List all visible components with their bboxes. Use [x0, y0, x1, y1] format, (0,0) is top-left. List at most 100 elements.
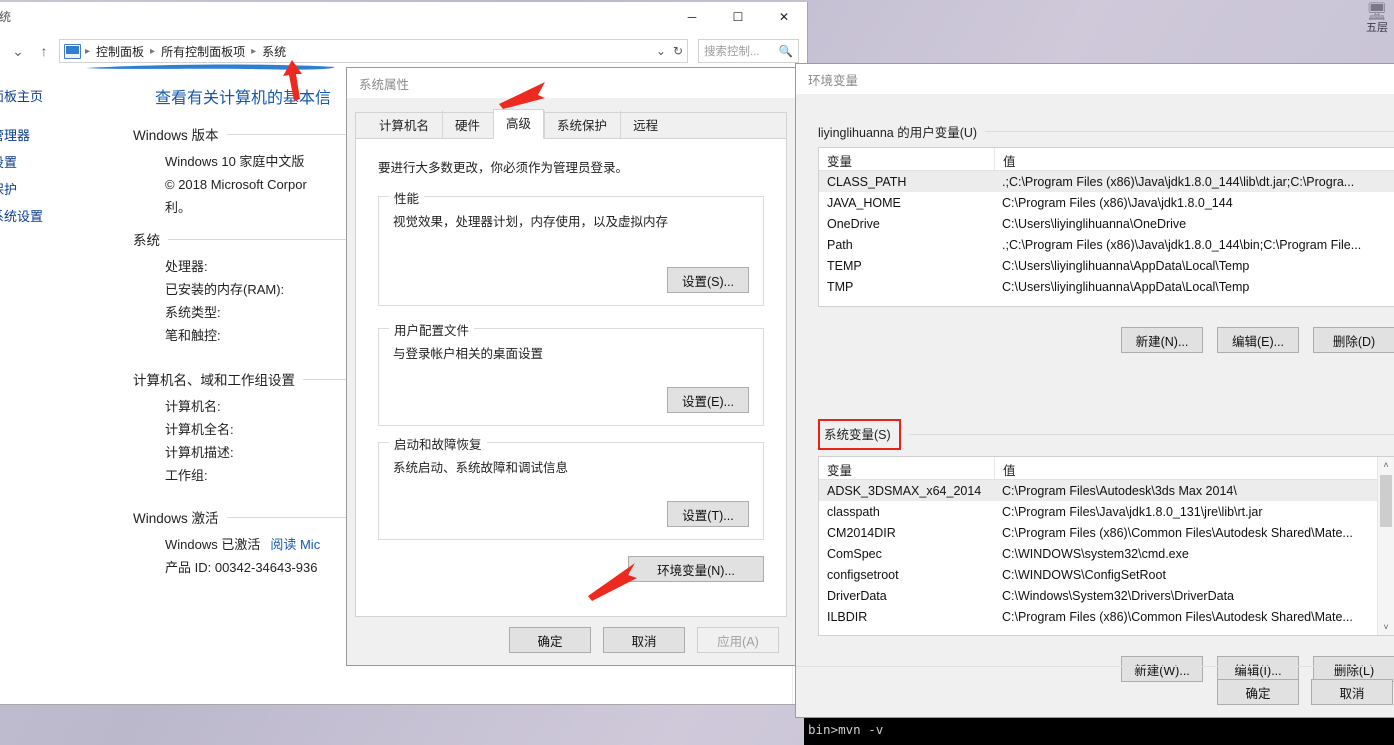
- table-row[interactable]: DriverData C:\Windows\System32\Drivers\D…: [819, 585, 1394, 606]
- variable-name: TMP: [827, 279, 854, 294]
- table-row[interactable]: ILBDIR C:\Program Files (x86)\Common Fil…: [819, 606, 1394, 627]
- table-row[interactable]: TMP C:\Users\liyinglihuanna\AppData\Loca…: [819, 276, 1394, 297]
- variable-value: C:\Program Files (x86)\Common Files\Auto…: [1002, 609, 1353, 624]
- column-header-variable[interactable]: 变量: [819, 457, 994, 479]
- variable-value: C:\Program Files (x86)\Common Files\Auto…: [1002, 525, 1353, 540]
- breadcrumb-control-panel[interactable]: 控制面板: [91, 43, 149, 60]
- envvars-cancel-button[interactable]: 取消: [1311, 679, 1393, 705]
- user-profiles-group: 用户配置文件 与登录帐户相关的桌面设置 设置(E)...: [378, 320, 764, 426]
- up-icon[interactable]: ↑: [33, 39, 55, 63]
- window-controls: ─ ☐ ✕: [669, 2, 807, 32]
- table-row[interactable]: OneDrive C:\Users\liyinglihuanna\OneDriv…: [819, 213, 1394, 234]
- sidebar-item-advanced-system-settings[interactable]: 高级系统设置: [0, 202, 95, 229]
- tab-system-protection[interactable]: 系统保护: [544, 110, 620, 139]
- table-row[interactable]: CLASS_PATH .;C:\Program Files (x86)\Java…: [819, 171, 1394, 192]
- sidebar-item-device-manager[interactable]: 设备管理器: [0, 121, 95, 148]
- info-label: 计算机名:: [165, 399, 221, 414]
- system-variables-label: 系统变量(S): [824, 428, 891, 442]
- variable-value: C:\Program Files (x86)\Java\jdk1.8.0_144: [1002, 195, 1233, 210]
- info-label: 笔和触控:: [165, 328, 221, 343]
- scroll-up-icon[interactable]: ˄: [1383, 457, 1388, 473]
- variable-value: C:\Program Files\Java\jdk1.8.0_131\jre\l…: [1002, 504, 1263, 519]
- scrollbar-thumb[interactable]: [1380, 475, 1392, 527]
- section-title: Windows 激活: [133, 511, 219, 526]
- table-row[interactable]: configsetroot C:\WINDOWS\ConfigSetRoot: [819, 564, 1394, 585]
- system-properties-dialog[interactable]: 系统属性 计算机名 硬件 高级 系统保护 远程 要进行大多数更改，你必须作为管理…: [346, 67, 796, 666]
- system-variables-list[interactable]: 变量 值 ADSK_3DSMAX_x64_2014 C:\Program Fil…: [818, 456, 1394, 636]
- user-variables-label: liyinglihuanna 的用户变量(U): [818, 126, 978, 140]
- column-header-value[interactable]: 值: [994, 148, 1394, 170]
- info-label: 工作组:: [165, 468, 208, 483]
- system-properties-tabs: 计算机名 硬件 高级 系统保护 远程: [356, 109, 786, 139]
- explorer-navigation-bar: ← → ⌄ ↑ ▸ 控制面板 ▸ 所有控制面板项 ▸ 系统 ⌄ ↻ 搜索控制..…: [0, 34, 807, 68]
- refresh-icon[interactable]: ↻: [673, 44, 683, 58]
- sidebar-item-remote-settings[interactable]: 远程设置: [0, 148, 95, 175]
- microsoft-terms-link[interactable]: 阅读 Mic: [270, 533, 320, 556]
- table-row[interactable]: classpath C:\Program Files\Java\jdk1.8.0…: [819, 501, 1394, 522]
- system-properties-title: 系统属性: [359, 77, 410, 92]
- table-row[interactable]: ADSK_3DSMAX_x64_2014 C:\Program Files\Au…: [819, 480, 1394, 501]
- recent-locations-icon[interactable]: ⌄: [7, 39, 29, 63]
- table-row[interactable]: CM2014DIR C:\Program Files (x86)\Common …: [819, 522, 1394, 543]
- product-id: 产品 ID: 00342-34643-936: [165, 560, 318, 575]
- startup-recovery-group-label: 启动和故障恢复: [389, 434, 487, 453]
- sysprops-cancel-button[interactable]: 取消: [603, 627, 685, 653]
- system-properties-title-bar[interactable]: 系统属性: [347, 68, 795, 98]
- user-new-button[interactable]: 新建(N)...: [1121, 327, 1203, 353]
- variable-name: DriverData: [827, 588, 887, 603]
- breadcrumb-separator: ▸: [251, 45, 257, 57]
- performance-description: 视觉效果，处理器计划，内存使用，以及虚拟内存: [393, 215, 669, 229]
- variable-name: TEMP: [827, 258, 862, 273]
- breadcrumb-system[interactable]: 系统: [257, 43, 291, 60]
- user-delete-button[interactable]: 删除(D): [1313, 327, 1394, 353]
- environment-variables-footer: 确定 取消: [796, 667, 1394, 717]
- tab-hardware[interactable]: 硬件: [442, 110, 493, 139]
- breadcrumb-all-items[interactable]: 所有控制面板项: [156, 43, 250, 60]
- table-row[interactable]: ComSpec C:\WINDOWS\system32\cmd.exe: [819, 543, 1394, 564]
- cmd-command-line: bin>mvn -v: [808, 722, 884, 737]
- info-label: 计算机描述:: [165, 445, 234, 460]
- forward-icon[interactable]: →: [0, 39, 3, 63]
- user-variables-buttons: 新建(N)... 编辑(E)... 删除(D): [818, 327, 1394, 353]
- envvars-ok-button[interactable]: 确定: [1217, 679, 1299, 705]
- user-edit-button[interactable]: 编辑(E)...: [1217, 327, 1299, 353]
- sidebar-item-system-protection[interactable]: 系统保护: [0, 175, 95, 202]
- search-input[interactable]: 搜索控制... 🔍: [698, 39, 799, 63]
- performance-settings-button[interactable]: 设置(S)...: [667, 267, 749, 293]
- table-row[interactable]: Path .;C:\Program Files (x86)\Java\jdk1.…: [819, 234, 1394, 255]
- tab-computer-name[interactable]: 计算机名: [366, 110, 442, 139]
- variable-name: CLASS_PATH: [827, 174, 907, 189]
- close-button[interactable]: ✕: [761, 2, 807, 32]
- column-header-value[interactable]: 值: [994, 457, 1394, 479]
- tab-advanced[interactable]: 高级: [493, 109, 545, 139]
- user-variables-list[interactable]: 变量 值 CLASS_PATH .;C:\Program Files (x86)…: [818, 147, 1394, 307]
- variable-name: CM2014DIR: [827, 525, 896, 540]
- environment-variables-button[interactable]: 环境变量(N)...: [628, 556, 764, 582]
- scroll-down-icon[interactable]: ˅: [1383, 619, 1388, 635]
- environment-variables-title-bar[interactable]: 环境变量: [796, 64, 1394, 94]
- variable-value: .;C:\Program Files (x86)\Java\jdk1.8.0_1…: [1002, 237, 1362, 252]
- minimize-button[interactable]: ─: [669, 2, 715, 32]
- user-variables-divider: [985, 131, 1394, 132]
- variable-value: C:\WINDOWS\system32\cmd.exe: [1002, 546, 1189, 561]
- startup-recovery-settings-button[interactable]: 设置(T)...: [667, 501, 749, 527]
- sysprops-ok-button[interactable]: 确定: [509, 627, 591, 653]
- table-row[interactable]: TEMP C:\Users\liyinglihuanna\AppData\Loc…: [819, 255, 1394, 276]
- variable-name: configsetroot: [827, 567, 899, 582]
- variable-name: ADSK_3DSMAX_x64_2014: [827, 483, 982, 498]
- sidebar-item-control-panel-home[interactable]: 控制面板主页: [0, 82, 95, 109]
- variable-name: ILBDIR: [827, 609, 868, 624]
- explorer-title-bar[interactable]: 统 ─ ☐ ✕: [0, 2, 807, 34]
- user-profiles-settings-button[interactable]: 设置(E)...: [667, 387, 749, 413]
- desktop-icon[interactable]: 🖥 五层: [1362, 2, 1392, 36]
- column-header-variable[interactable]: 变量: [819, 148, 994, 170]
- performance-group-label: 性能: [389, 188, 425, 207]
- maximize-button[interactable]: ☐: [715, 2, 761, 32]
- variable-value: C:\Users\liyinglihuanna\AppData\Local\Te…: [1002, 258, 1250, 273]
- environment-variables-dialog[interactable]: 环境变量 liyinglihuanna 的用户变量(U) 变量 值 CLASS_…: [795, 63, 1394, 718]
- tab-remote[interactable]: 远程: [620, 110, 671, 139]
- address-bar[interactable]: ▸ 控制面板 ▸ 所有控制面板项 ▸ 系统 ⌄ ↻: [59, 39, 688, 63]
- chevron-down-icon[interactable]: ⌄: [656, 44, 666, 58]
- table-row[interactable]: JAVA_HOME C:\Program Files (x86)\Java\jd…: [819, 192, 1394, 213]
- system-variables-scrollbar[interactable]: ˄ ˅: [1377, 457, 1394, 635]
